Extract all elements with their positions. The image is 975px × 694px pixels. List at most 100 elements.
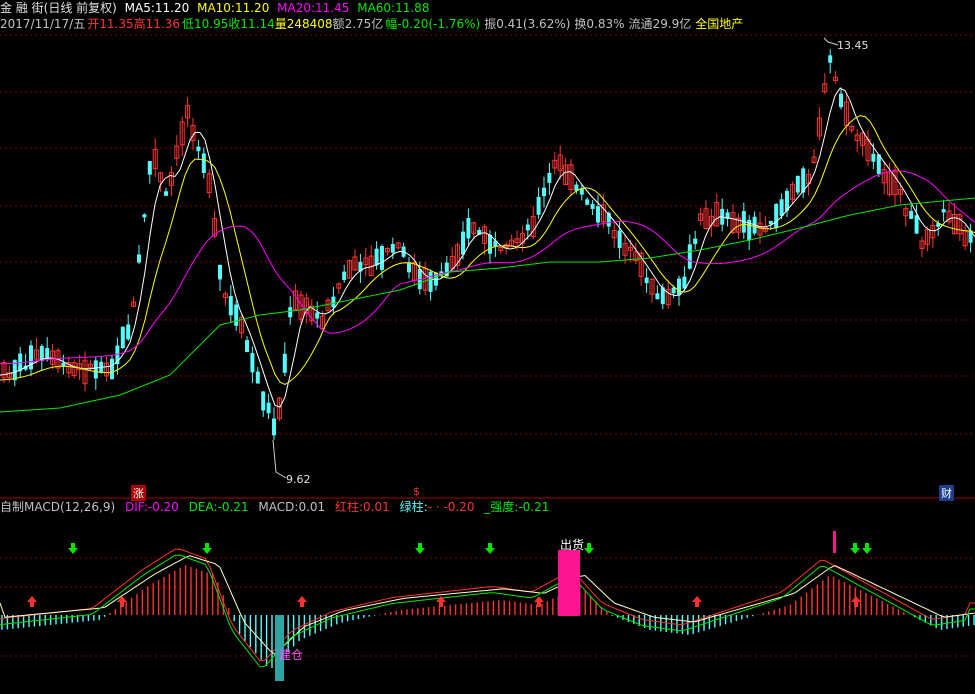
candle-down <box>839 93 843 108</box>
dea-text: DEA:-0.21 <box>189 500 249 514</box>
open-value: 11.35 <box>99 17 134 31</box>
arrow-head <box>485 548 495 554</box>
arrow-head <box>68 548 78 554</box>
candle-down <box>164 191 168 196</box>
ma5-line <box>0 87 975 408</box>
candle-down <box>218 264 222 280</box>
arrow-shaft <box>120 602 124 607</box>
low-label: 低 <box>181 17 194 31</box>
ma20-label: MA20: <box>277 1 316 15</box>
candle-down <box>779 199 784 216</box>
ma10-label: MA10: <box>197 1 235 15</box>
ma20-value: 11.45 <box>315 1 350 15</box>
red-bar-text: 红柱:0.01 <box>335 500 390 514</box>
date: 2017/11/17/五 <box>0 17 86 31</box>
strength-text: _强度:-0.21 <box>484 500 549 514</box>
candle-down <box>137 254 141 263</box>
candle-down <box>655 293 660 300</box>
red-up-arrow-icon <box>27 596 37 607</box>
candlesticks <box>1 37 973 479</box>
dea-label: DEA: <box>188 500 218 514</box>
price-header-line1: 金 融 街(日线 前复权) MA5:11.20 MA10:11.20 MA20:… <box>0 0 433 16</box>
arrow-shaft <box>439 602 443 607</box>
candle-down <box>428 271 433 292</box>
amplitude-label: 振 <box>484 17 497 31</box>
candle-down <box>245 340 249 352</box>
candle-down <box>147 161 152 175</box>
arrow-shaft <box>587 543 591 548</box>
candle-down <box>682 276 687 289</box>
green-down-arrow-icon <box>202 543 212 554</box>
ma5-value: 11.20 <box>154 1 190 15</box>
turnover-label: 换 <box>574 17 587 31</box>
candle-down <box>120 326 125 349</box>
macd-label: MACD: <box>258 500 299 514</box>
chart-canvas[interactable] <box>0 0 975 694</box>
high-value: 11.36 <box>145 17 180 31</box>
dividend-marker[interactable]: $ <box>411 485 422 498</box>
amount-label: 额 <box>332 17 345 31</box>
green-down-arrow-icon <box>68 543 78 554</box>
dif-text: DIF:-0.20 <box>125 500 179 514</box>
finance-marker[interactable]: 财 <box>939 485 954 501</box>
candle-down <box>795 175 800 193</box>
arrow-head <box>415 548 425 554</box>
arrow-shaft <box>300 602 304 607</box>
candle-down <box>45 348 50 359</box>
arrow-head <box>117 596 127 602</box>
candle-down <box>596 206 600 223</box>
candle-down <box>390 244 395 253</box>
candle-down <box>196 146 201 152</box>
change-value: -0.20(-1.76%) <box>397 17 481 31</box>
arrow-shaft <box>853 543 857 548</box>
candle-down <box>228 296 233 316</box>
max-price-label: 13.45 <box>837 39 869 52</box>
arrow-head <box>202 548 212 554</box>
macd-header: 自制MACD(12,26,9) DIF:-0.20 DEA:-0.21 MACD… <box>0 499 555 515</box>
candle-down <box>828 55 833 63</box>
ma60-label: MA60: <box>357 1 396 15</box>
arrow-shaft <box>695 602 699 607</box>
high-label: 高 <box>133 17 146 31</box>
red-bar-value: 0.01 <box>363 500 390 514</box>
min-pointer <box>272 439 287 479</box>
min-price-label: 9.62 <box>286 473 311 486</box>
green-down-arrow-icon <box>862 543 872 554</box>
close-label: 收 <box>228 17 241 31</box>
candle-down <box>288 307 293 318</box>
arrow-head <box>297 596 307 602</box>
green-bar-value: - · -0.20 <box>427 500 475 514</box>
candle-down <box>261 391 266 411</box>
sell-signal-label: 出货 <box>560 538 585 552</box>
arrow-shaft <box>30 602 34 607</box>
candle-down <box>525 224 530 231</box>
open-label: 开 <box>87 17 100 31</box>
sector[interactable]: 全国地产 <box>695 17 743 31</box>
candle-down <box>93 360 98 379</box>
arrow-shaft <box>865 543 869 548</box>
ma60-line <box>0 197 975 413</box>
macd-panel <box>0 548 975 668</box>
dea-value: -0.21 <box>217 500 249 514</box>
green-bar-text: 绿柱:- · -0.20 <box>400 500 475 514</box>
candle-down <box>315 312 320 319</box>
ma5-label: MA5: <box>124 1 155 15</box>
buy-signal-label: 建仓 <box>279 648 304 662</box>
red-up-arrow-icon <box>297 596 307 607</box>
candle-down <box>617 230 622 248</box>
candle-down <box>941 209 946 213</box>
green-down-arrow-icon <box>584 543 594 554</box>
candle-down <box>542 187 546 197</box>
arrow-head <box>862 548 872 554</box>
red-up-arrow-icon <box>692 596 702 607</box>
dif-label: DIF: <box>124 500 148 514</box>
arrow-shaft <box>205 543 209 548</box>
candle-down <box>29 345 33 370</box>
candle-down <box>331 296 336 308</box>
macd-title: 自制MACD(12,26,9) <box>0 500 116 514</box>
arrow-shaft <box>71 543 75 548</box>
candle-down <box>590 203 595 210</box>
candle-down <box>266 402 271 414</box>
stock-name: 金 融 街 <box>0 1 44 15</box>
arrow-shaft <box>537 602 541 607</box>
